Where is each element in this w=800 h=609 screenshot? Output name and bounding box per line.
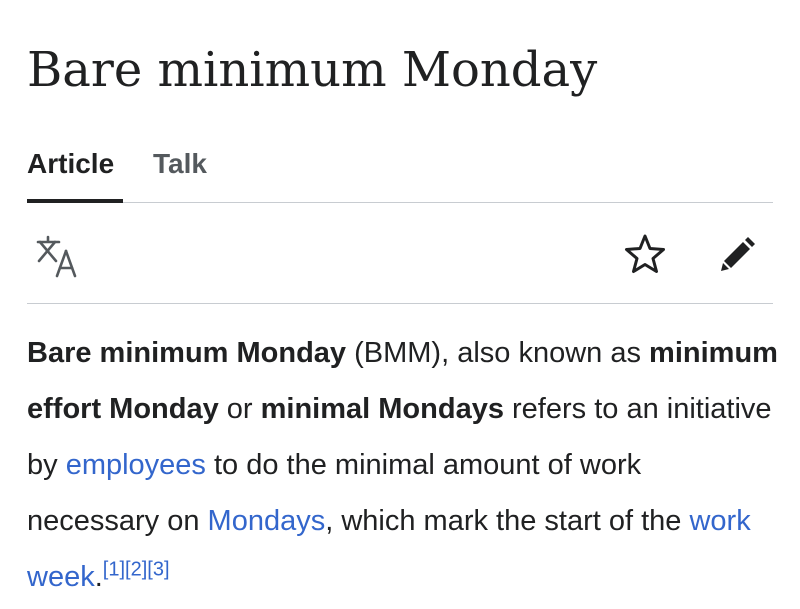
star-icon[interactable] [624, 233, 666, 275]
period-text: . [94, 561, 103, 593]
article-tabs: Article Talk [27, 140, 773, 203]
article-page: Bare minimum Monday Article Talk Bare mi… [0, 0, 800, 609]
link-employees[interactable]: employees [66, 449, 206, 481]
translate-icon[interactable] [35, 234, 83, 282]
bold-term-minimal-mondays: minimal Mondays [260, 393, 504, 425]
body-text-3: , which mark the start of the [325, 505, 690, 537]
pencil-icon[interactable] [719, 233, 759, 273]
bold-term-bmm: Bare minimum Monday [27, 337, 347, 369]
citation-1[interactable]: [1] [103, 558, 125, 580]
article-lead-paragraph: Bare minimum Monday (BMM), also known as… [27, 325, 780, 605]
citation-3[interactable]: [3] [147, 558, 169, 580]
citation-2[interactable]: [2] [125, 558, 147, 580]
abbr-text: (BMM), also known as [346, 337, 650, 369]
page-title: Bare minimum Monday [27, 42, 598, 98]
page-actions-toolbar [27, 203, 773, 304]
tab-article[interactable]: Article [27, 144, 114, 184]
or-text: or [218, 393, 261, 425]
citations: [1][2][3] [103, 558, 170, 580]
tab-talk[interactable]: Talk [153, 144, 207, 184]
link-mondays[interactable]: Mondays [208, 505, 326, 537]
